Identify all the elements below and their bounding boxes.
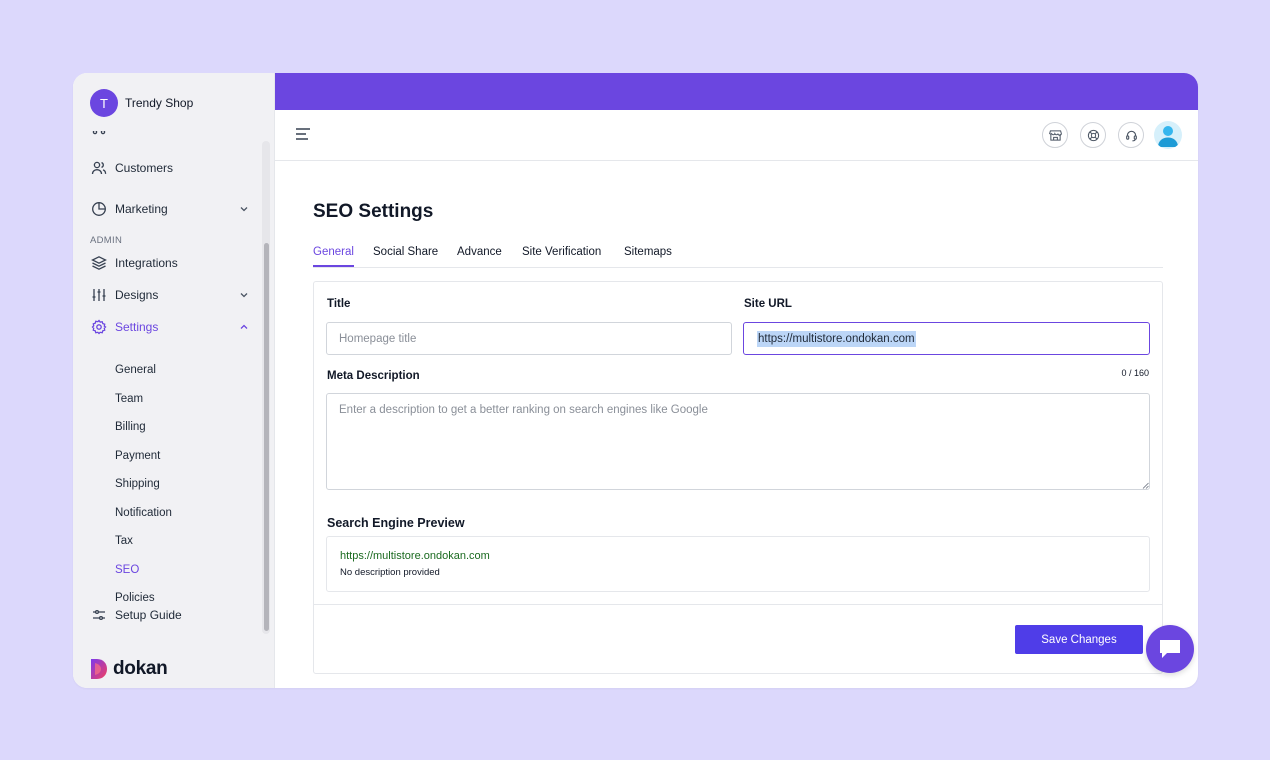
app-window: T Trendy Shop Customers Marketing ADMIN … <box>73 73 1198 688</box>
meta-description-textarea[interactable] <box>326 393 1150 490</box>
chevron-down-icon <box>240 207 248 212</box>
sliders-icon <box>90 286 108 304</box>
dokan-logo-icon <box>91 659 107 679</box>
brand-name: dokan <box>113 658 168 679</box>
sidebar-nav: Customers Marketing ADMIN Integrations D… <box>73 131 275 636</box>
sidebar-item-designs[interactable]: Designs <box>90 284 250 306</box>
tab-site-verification[interactable]: Site Verification <box>522 246 601 267</box>
sliders-horizontal-icon <box>90 606 108 624</box>
top-banner <box>275 73 1198 110</box>
sidebar-scrollbar-thumb[interactable] <box>264 243 269 631</box>
sidebar-item-label: Customers <box>115 161 174 175</box>
resize-handle-icon[interactable] <box>1142 482 1149 489</box>
sidebar-item-label: Designs <box>115 288 159 302</box>
chat-bubble-icon <box>1160 640 1180 658</box>
shop-name: Trendy Shop <box>125 96 194 110</box>
sidebar-item-customers[interactable]: Customers <box>90 157 250 179</box>
site-url-value: https://multistore.ondokan.com <box>757 331 916 347</box>
search-engine-preview-title: Search Engine Preview <box>327 516 465 530</box>
store-icon <box>1048 129 1062 141</box>
settings-sub-shipping[interactable]: Shipping <box>115 478 160 494</box>
brand-logo: dokan <box>89 658 168 680</box>
settings-sub-seo[interactable]: SEO <box>115 564 139 580</box>
chevron-down-icon <box>240 293 248 298</box>
sidebar-item-label: Marketing <box>115 202 168 216</box>
settings-sub-billing[interactable]: Billing <box>115 421 146 437</box>
layers-icon <box>90 254 108 272</box>
preview-url: https://multistore.ondokan.com <box>340 550 490 562</box>
gear-icon <box>90 318 108 336</box>
page-title: SEO Settings <box>313 201 434 222</box>
tab-bar: General Social Share Advance Site Verifi… <box>313 243 1163 268</box>
sidebar-item-integrations[interactable]: Integrations <box>90 252 250 274</box>
help-button[interactable] <box>1080 122 1106 148</box>
card-divider <box>314 604 1162 605</box>
settings-sub-payment[interactable]: Payment <box>115 450 160 466</box>
settings-sub-team[interactable]: Team <box>115 393 143 409</box>
headset-icon <box>1125 130 1137 141</box>
preview-description: No description provided <box>340 567 440 578</box>
shop-avatar: T <box>90 89 118 117</box>
chat-button[interactable] <box>1146 625 1194 673</box>
settings-sub-tax[interactable]: Tax <box>115 535 133 551</box>
sidebar-item-marketing[interactable]: Marketing <box>90 198 250 220</box>
header-bar <box>275 110 1198 161</box>
settings-sub-general[interactable]: General <box>115 364 156 380</box>
sidebar-item-settings[interactable]: Settings <box>90 316 250 338</box>
section-label-admin: ADMIN <box>90 235 123 246</box>
store-button[interactable] <box>1042 122 1068 148</box>
title-label: Title <box>327 298 351 310</box>
menu-icon[interactable] <box>295 127 311 141</box>
truck-icon <box>90 131 108 137</box>
sidebar-item-shipping-partial[interactable] <box>90 131 250 139</box>
users-icon <box>90 159 108 177</box>
meta-description-label: Meta Description <box>327 370 420 382</box>
main-area: SEO Settings General Social Share Advanc… <box>275 73 1198 688</box>
chevron-up-icon <box>240 324 248 329</box>
title-input[interactable] <box>326 322 732 355</box>
shop-switcher[interactable]: T Trendy Shop <box>90 89 193 117</box>
search-preview-box: https://multistore.ondokan.com No descri… <box>326 536 1150 592</box>
site-url-label: Site URL <box>744 298 792 310</box>
support-button[interactable] <box>1118 122 1144 148</box>
settings-sub-notification[interactable]: Notification <box>115 507 172 523</box>
user-avatar[interactable] <box>1154 121 1182 149</box>
sidebar-item-label: Settings <box>115 320 159 334</box>
seo-form-card: Title Site URL https://multistore.ondoka… <box>313 281 1163 674</box>
lifebuoy-icon <box>1087 129 1099 141</box>
tab-social-share[interactable]: Social Share <box>373 246 438 267</box>
user-icon <box>1158 126 1178 147</box>
tab-advance[interactable]: Advance <box>457 246 502 267</box>
tab-general[interactable]: General <box>313 246 354 267</box>
sidebar-item-setup-guide[interactable]: Setup Guide <box>90 604 250 626</box>
character-counter: 0 / 160 <box>1121 368 1149 378</box>
sidebar-item-label: Setup Guide <box>115 608 182 622</box>
save-changes-button[interactable]: Save Changes <box>1015 625 1143 654</box>
sidebar: T Trendy Shop Customers Marketing ADMIN … <box>73 73 275 688</box>
pie-chart-icon <box>90 200 108 218</box>
tab-sitemaps[interactable]: Sitemaps <box>624 246 672 267</box>
sidebar-item-label: Integrations <box>115 256 178 270</box>
